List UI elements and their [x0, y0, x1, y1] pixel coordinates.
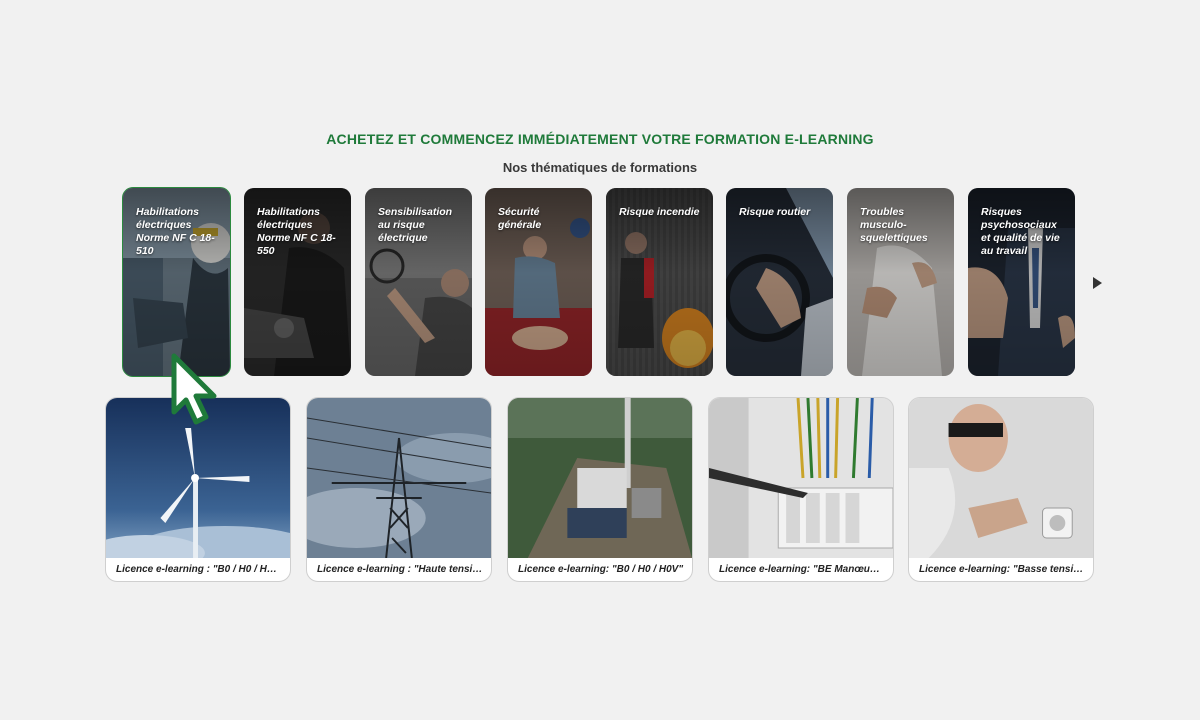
theme-card-rps[interactable]: Risques psychosociaux et qualité de vie … — [968, 188, 1075, 376]
page-headline: ACHETEZ ET COMMENCEZ IMMÉDIATEMENT VOTRE… — [326, 131, 874, 147]
product-card[interactable]: Licence e-learning: "Basse tension" — [908, 397, 1094, 582]
power-pylon-photo — [307, 398, 491, 558]
product-title: Licence e-learning: "B0 / H0 / H0V" — [518, 564, 684, 575]
power-plant-photo — [508, 398, 692, 558]
theme-card-routier[interactable]: Risque routier — [726, 188, 833, 376]
theme-card-habilitations-550[interactable]: Habilitations électriques Norme NF C 18-… — [244, 188, 351, 376]
page-frame: ACHETEZ ET COMMENCEZ IMMÉDIATEMENT VOTRE… — [0, 0, 1200, 720]
section-title: Nos thématiques de formations — [502, 160, 698, 175]
product-title: Licence e-learning : "Haute tension" — [317, 564, 483, 575]
product-title: Licence e-learning : "B0 / H0 / H0V" — [116, 564, 282, 575]
theme-card-sensibilisation[interactable]: Sensibilisation au risque électrique — [365, 188, 472, 376]
theme-card-label: Risque routier — [739, 206, 811, 218]
theme-card-habilitations-510[interactable]: Habilitations électriques Norme NF C 18-… — [122, 187, 231, 377]
chevron-right-icon — [1093, 277, 1102, 289]
theme-card-label: Risques psychosociaux et qualité de vie … — [981, 206, 1060, 257]
product-card[interactable]: Licence e-learning: "B0 / H0 / H0V" — [507, 397, 693, 582]
electrical-panel-photo — [709, 398, 893, 558]
theme-card-label: Troubles musculo-squelettiques — [860, 206, 928, 244]
theme-card-label: Habilitations électriques Norme NF C 18-… — [136, 206, 215, 257]
theme-card-label: Risque incendie — [619, 206, 700, 218]
product-card[interactable]: Licence e-learning: "BE Manœuvre" — [708, 397, 894, 582]
product-title: Licence e-learning: "Basse tension" — [919, 564, 1085, 575]
mouse-pointer-icon — [171, 353, 217, 425]
theme-card-incendie[interactable]: Risque incendie — [606, 188, 713, 376]
carousel-next-button[interactable] — [1090, 275, 1106, 291]
theme-card-securite[interactable]: Sécurité générale — [485, 188, 592, 376]
theme-card-label: Sécurité générale — [498, 206, 542, 231]
theme-card-tms[interactable]: Troubles musculo-squelettiques — [847, 188, 954, 376]
theme-card-label: Sensibilisation au risque électrique — [378, 206, 453, 244]
product-title: Licence e-learning: "BE Manœuvre" — [719, 564, 885, 575]
electrician-socket-photo — [909, 398, 1093, 558]
product-card[interactable]: Licence e-learning : "Haute tension" — [306, 397, 492, 582]
theme-card-label: Habilitations électriques Norme NF C 18-… — [257, 206, 336, 257]
